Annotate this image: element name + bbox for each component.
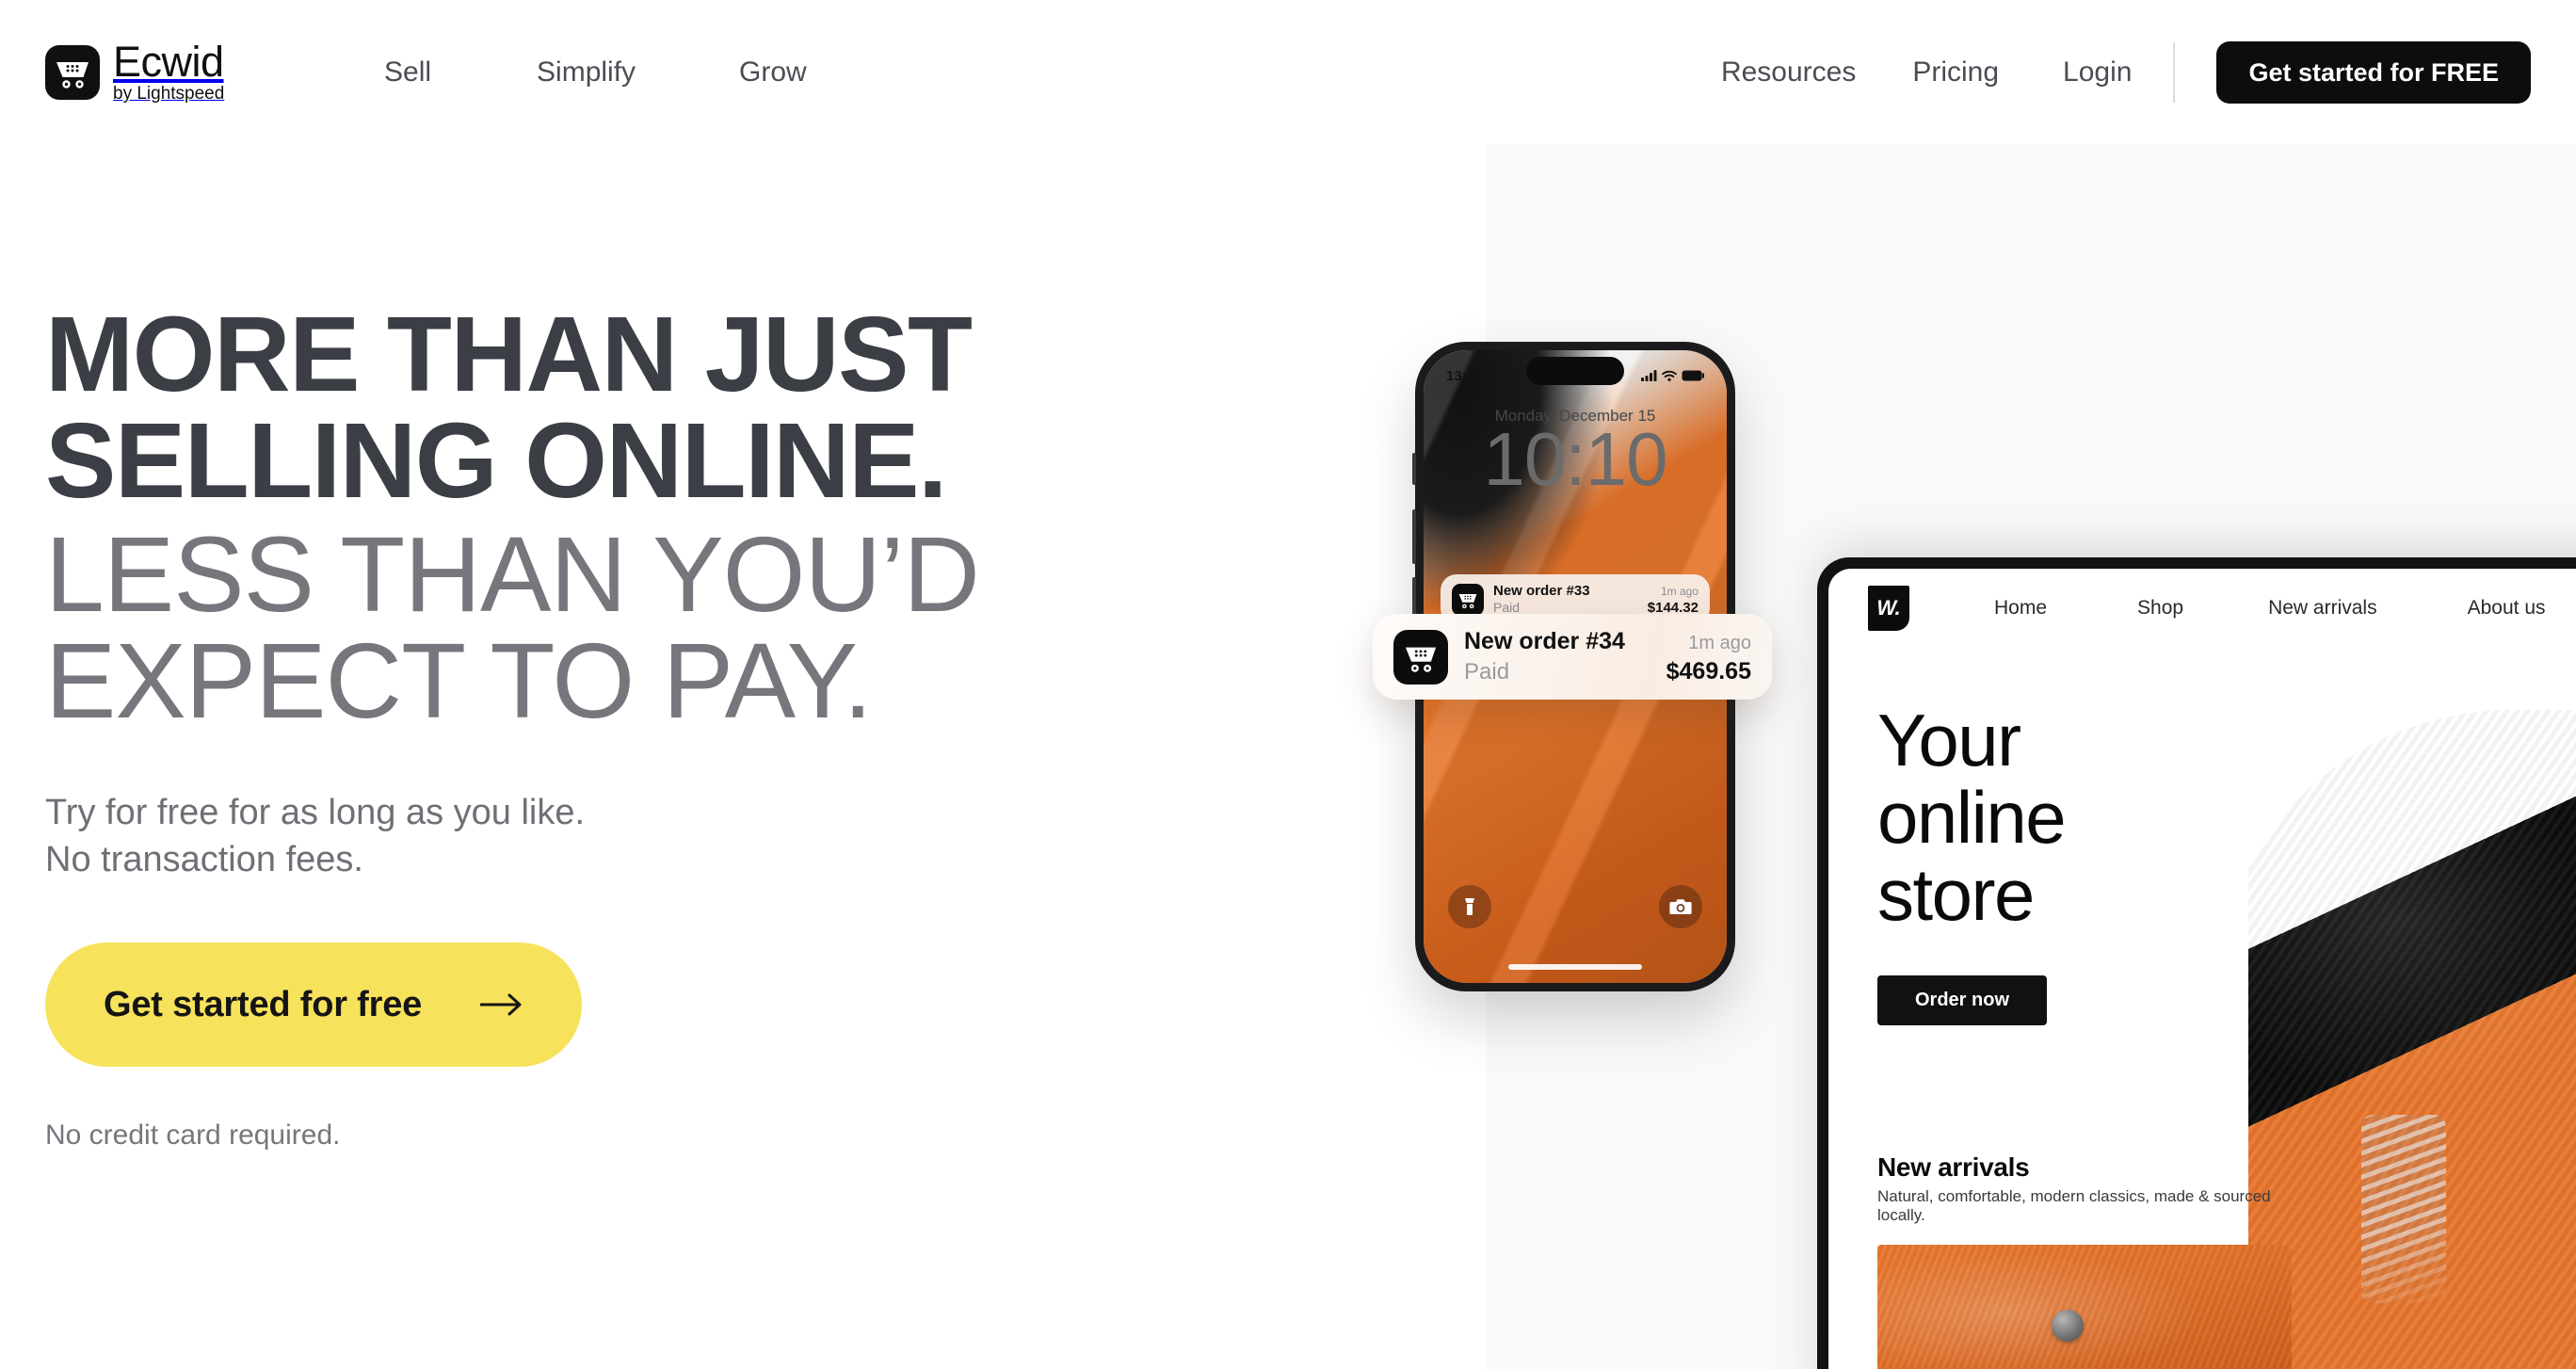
hero-subtext-line-1: Try for free for as long as you like. — [45, 793, 586, 832]
wifi-icon — [1662, 370, 1677, 381]
lock-screen-date: Monday, December 15 — [1494, 407, 1656, 425]
notification-time: 1m ago — [1660, 585, 1699, 598]
store-hero-line-2: online — [1877, 775, 2067, 859]
hero-subtext-line-2: No transaction fees. — [45, 840, 363, 880]
brand-name: Ecwid — [113, 38, 224, 86]
headline-line-4: EXPECT TO PAY. — [45, 621, 873, 740]
hero-footnote: No credit card required. — [45, 1119, 341, 1152]
nav-item-sell[interactable]: Sell — [384, 56, 431, 89]
store-nav-item-about-us[interactable]: About us — [2468, 597, 2546, 620]
secondary-nav: Resources Pricing Login Get started for … — [1721, 0, 2531, 144]
shopping-cart-icon — [1452, 583, 1484, 616]
lock-screen-clock: 10:10 — [1483, 417, 1667, 501]
headline-line-1: MORE THAN JUST — [45, 295, 973, 413]
store-hero-title: Your online store — [1877, 699, 2576, 936]
featured-notification-title: New order #34 — [1464, 628, 1625, 654]
headline-line-3: LESS THAN YOU’D — [45, 515, 980, 634]
shopping-cart-icon — [45, 44, 100, 100]
product-card[interactable] — [1877, 1245, 2292, 1369]
new-arrivals-title: New arrivals — [1877, 1152, 2030, 1182]
arrow-right-icon — [480, 992, 523, 1017]
featured-notification-amount: $469.65 — [1666, 658, 1751, 684]
phone-volume-up-button — [1412, 509, 1416, 564]
nav-item-grow[interactable]: Grow — [739, 56, 807, 89]
hero-subtext: Try for free for as long as you like. No… — [45, 789, 1269, 883]
notification-status: Paid — [1493, 600, 1521, 615]
chain-detail — [2361, 1115, 2446, 1303]
nav-divider — [2173, 41, 2176, 103]
cellular-signal-icon — [1641, 370, 1657, 381]
notification-title: New order #33 — [1493, 583, 1590, 599]
headline-line-2: SELLING ONLINE. — [45, 401, 947, 520]
primary-nav: Sell Simplify Grow — [384, 0, 807, 144]
get-started-free-header-button[interactable]: Get started for FREE — [2216, 40, 2531, 104]
home-indicator — [1508, 964, 1642, 970]
flashlight-icon[interactable] — [1448, 885, 1491, 928]
shopping-cart-icon — [1393, 629, 1448, 684]
phone-mute-switch — [1412, 453, 1416, 485]
store-hero-line-1: Your — [1877, 699, 2021, 781]
garment-button-detail — [2051, 1310, 2084, 1343]
featured-notification[interactable]: New order #34 1m ago Paid $469.65 — [1373, 614, 1772, 700]
camera-icon[interactable] — [1659, 885, 1702, 928]
brand-logo[interactable]: Ecwid by Lightspeed — [45, 38, 225, 105]
page-title: MORE THAN JUST SELLING ONLINE. LESS THAN… — [45, 301, 1269, 734]
nav-item-pricing[interactable]: Pricing — [1912, 56, 1999, 89]
nav-item-simplify[interactable]: Simplify — [537, 56, 636, 89]
store-nav-item-shop[interactable]: Shop — [2137, 597, 2183, 620]
order-now-button[interactable]: Order now — [1877, 974, 2048, 1025]
landing-page: Ecwid by Lightspeed Sell Simplify Grow R… — [0, 0, 2576, 1369]
store-logo[interactable]: W. — [1868, 586, 1909, 631]
tablet-screen: W. Home Shop New arrivals About us Your … — [1828, 569, 2576, 1369]
get-started-free-label: Get started for free — [104, 984, 423, 1024]
nav-item-login[interactable]: Login — [2063, 56, 2132, 89]
store-hero: Your online store Order now — [1828, 648, 2576, 1025]
featured-notification-time: 1m ago — [1688, 633, 1751, 653]
store-hero-line-3: store — [1877, 852, 2035, 936]
store-nav-item-home[interactable]: Home — [1994, 597, 2047, 620]
status-time: 13:13 — [1446, 367, 1483, 384]
battery-icon — [1682, 370, 1704, 381]
tablet-mockup: W. Home Shop New arrivals About us Your … — [1817, 557, 2576, 1369]
phone-status-bar: 13:13 — [1424, 363, 1727, 388]
store-nav-item-new-arrivals[interactable]: New arrivals — [2268, 597, 2377, 620]
nav-item-resources[interactable]: Resources — [1721, 56, 1856, 89]
store-nav: W. Home Shop New arrivals About us — [1828, 569, 2576, 648]
site-header: Ecwid by Lightspeed Sell Simplify Grow R… — [0, 0, 2576, 144]
featured-notification-status: Paid — [1464, 659, 1510, 684]
get-started-free-button[interactable]: Get started for free — [45, 942, 583, 1068]
new-arrivals-section: New arrivals Natural, comfortable, moder… — [1877, 1152, 2292, 1225]
brand-tagline: by Lightspeed — [113, 84, 225, 105]
hero-content: MORE THAN JUST SELLING ONLINE. LESS THAN… — [45, 301, 1269, 1152]
new-arrivals-subtitle: Natural, comfortable, modern classics, m… — [1877, 1187, 2271, 1224]
